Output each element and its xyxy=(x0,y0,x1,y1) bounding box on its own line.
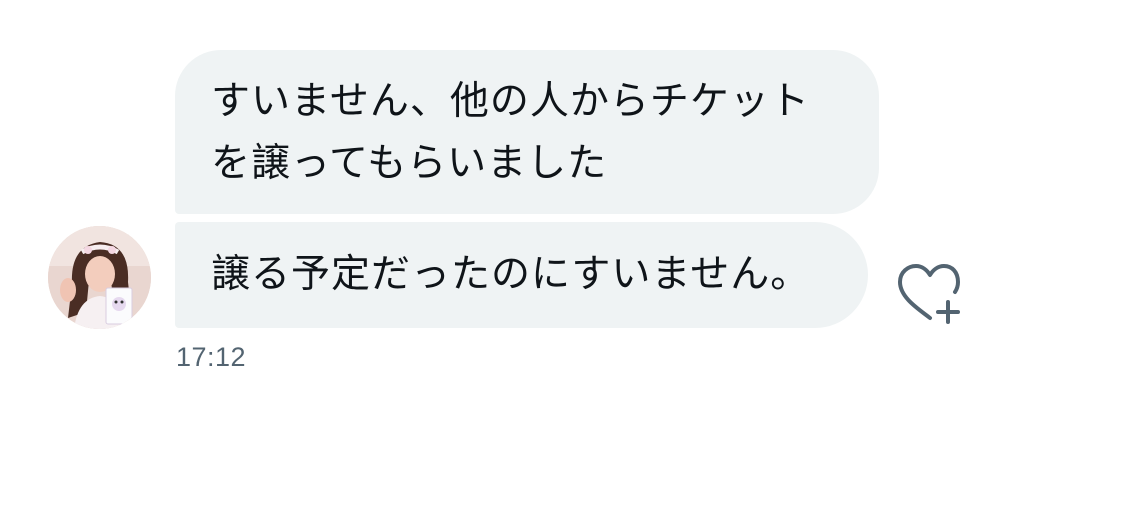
avatar-photo xyxy=(48,226,151,329)
message-text-line: 譲る予定だったのにすいません。 xyxy=(211,252,811,297)
message-timestamp: 17:12 xyxy=(176,342,247,372)
message-bubble[interactable]: すいません、他の人からチケット を譲ってもらいました xyxy=(175,50,879,214)
message-text-line: を譲ってもらいました xyxy=(211,141,608,186)
message-text-line: すいません、他の人からチケット xyxy=(211,79,810,124)
avatar[interactable] xyxy=(48,226,151,329)
add-reaction-button[interactable] xyxy=(890,260,966,326)
heart-plus-icon xyxy=(898,264,960,324)
message-bubble[interactable]: 譲る予定だったのにすいません。 xyxy=(175,222,868,328)
